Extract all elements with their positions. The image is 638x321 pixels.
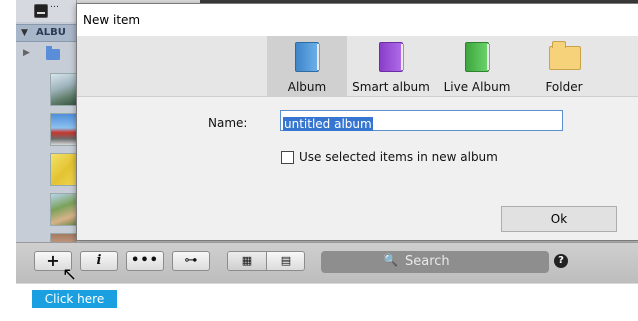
view-mode-toggle: ▦ ▤ [227,251,305,271]
type-live-album-label: Live Album [443,80,511,94]
disclosure-down-icon[interactable]: ▼ [21,28,28,38]
use-selected-checkbox[interactable] [281,151,294,164]
folder-icon [549,41,581,70]
help-icon[interactable]: ? [554,254,568,268]
album-thumbnail[interactable] [50,113,76,146]
info-button[interactable]: i [80,251,118,271]
list-view-icon[interactable]: ▤ [267,252,304,270]
type-smart-album[interactable]: Smart album [351,36,431,96]
key-button[interactable]: ⊶ [172,251,210,271]
sidebar-folder-item[interactable]: ▶ [16,45,76,65]
mouse-cursor-icon: ↖ [62,264,78,285]
name-input-value: untitled album [283,117,373,131]
blue-album-icon [295,42,320,72]
sidebar-albums-header[interactable]: ▼ ALBU [16,24,76,42]
device-icon [34,4,48,18]
folder-icon [46,46,60,60]
albums-header-label: ALBU [36,27,66,38]
click-here-callout: Click here [32,290,117,308]
album-thumbnail[interactable] [50,193,76,226]
use-selected-label[interactable]: Use selected items in new album [299,150,498,164]
album-thumbnail[interactable] [50,73,76,106]
dialog-title: New item [83,13,141,27]
new-item-dialog: New item Album Smart album Live Album Fo… [76,3,638,241]
disclosure-right-icon[interactable]: ▶ [23,48,30,58]
type-folder-label: Folder [545,80,583,94]
dialog-titlebar[interactable]: New item [77,4,638,36]
ok-button[interactable]: Ok [501,206,617,232]
album-thumbnail[interactable] [50,153,76,186]
search-placeholder: Search [405,254,450,269]
more-button[interactable]: ••• [126,251,164,271]
green-live-album-icon [465,42,490,72]
search-input[interactable]: 🔍 Search [321,251,549,273]
sidebar-device-row[interactable]: … [16,0,76,22]
type-folder[interactable]: Folder [524,36,604,96]
name-input[interactable]: untitled album [280,110,563,131]
type-live-album[interactable]: Live Album [437,36,517,96]
sidebar-device-label: … [50,0,59,10]
sidebar: … ▼ ALBU ▶ [16,0,77,242]
type-album-label: Album [287,80,327,94]
search-icon: 🔍 [383,253,398,267]
purple-smart-album-icon [379,42,404,72]
bottom-toolbar: + i ••• ⊶ ▦ ▤ 🔍 Search ? [16,242,638,283]
album-thumbnail[interactable] [50,233,76,242]
grid-view-icon[interactable]: ▦ [228,252,267,270]
name-label: Name: [208,116,248,130]
item-type-selector: Album Smart album Live Album Folder [77,36,638,97]
type-album[interactable]: Album [267,36,347,96]
type-smart-album-label: Smart album [352,80,430,94]
